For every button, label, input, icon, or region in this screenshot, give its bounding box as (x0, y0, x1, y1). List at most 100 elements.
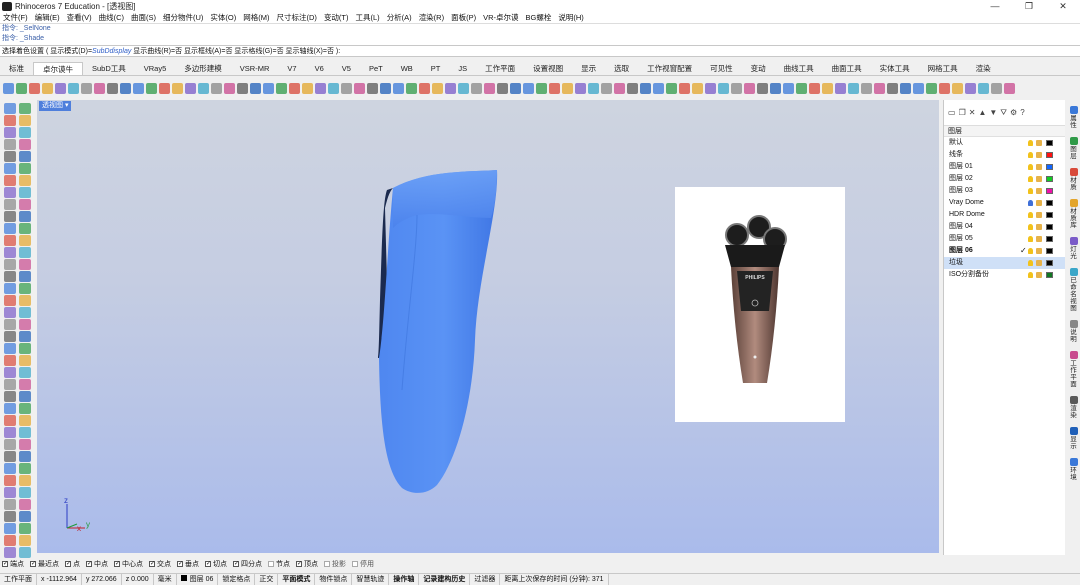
toolbar-icon[interactable] (575, 82, 586, 94)
tool-icon[interactable] (4, 163, 16, 174)
toolbar-icon[interactable] (900, 82, 911, 94)
layer-lock-icon[interactable] (1036, 176, 1042, 182)
osnap-checkbox[interactable]: ✓ (30, 561, 36, 567)
copy-icon[interactable]: ❐ (959, 108, 966, 117)
new-layer-icon[interactable]: ▭ (948, 108, 956, 117)
menu-item[interactable]: 网格(M) (243, 12, 269, 23)
tool-icon[interactable] (19, 103, 31, 114)
toolbar-icon[interactable] (588, 82, 599, 94)
osnap-checkbox[interactable]: ✓ (65, 561, 71, 567)
tool-icon[interactable] (4, 199, 16, 210)
toolbar-icon[interactable] (783, 82, 794, 94)
tool-icon[interactable] (19, 199, 31, 210)
toolbar-icon[interactable] (913, 82, 924, 94)
tool-icon[interactable] (4, 427, 16, 438)
tool-icon[interactable] (19, 175, 31, 186)
layer-visibility-bulb-icon[interactable] (1028, 140, 1033, 146)
layer-row[interactable]: 图层 04 (944, 221, 1065, 233)
toolbar-tab[interactable]: 设置视图 (524, 62, 572, 75)
toolbar-icon[interactable] (68, 82, 79, 94)
osnap-option[interactable]: ✓ 点 (65, 559, 80, 569)
layer-color-swatch[interactable] (1046, 272, 1053, 278)
osnap-option[interactable]: ✓ 切点 (205, 559, 227, 569)
layer-color-swatch[interactable] (1046, 200, 1053, 206)
toolbar-tab[interactable]: 选取 (605, 62, 638, 75)
tool-icon[interactable] (4, 139, 16, 150)
toolbar-icon[interactable] (289, 82, 300, 94)
up-icon[interactable]: ▲ (978, 108, 986, 117)
tool-icon[interactable] (4, 151, 16, 162)
tool-icon[interactable] (4, 343, 16, 354)
menu-item[interactable]: 渲染(R) (419, 12, 444, 23)
toolbar-tab[interactable]: 实体工具 (871, 62, 919, 75)
command-prompt[interactable]: 选择着色设置 ( 显示模式(D)=SubDdisplay 显示曲线(R)=否 显… (0, 45, 1080, 57)
toolbar-icon[interactable] (926, 82, 937, 94)
layer-row[interactable]: 垃圾 (944, 257, 1065, 269)
tool-icon[interactable] (19, 331, 31, 342)
layer-color-swatch[interactable] (1046, 188, 1053, 194)
toolbar-icon[interactable] (198, 82, 209, 94)
layer-color-swatch[interactable] (1046, 164, 1053, 170)
tool-icon[interactable] (4, 319, 16, 330)
tool-icon[interactable] (4, 307, 16, 318)
toolbar-icon[interactable] (887, 82, 898, 94)
toolbar-icon[interactable] (3, 82, 14, 94)
toolbar-icon[interactable] (731, 82, 742, 94)
tool-icon[interactable] (4, 187, 16, 198)
tool-icon[interactable] (19, 319, 31, 330)
toolbar-icon[interactable] (536, 82, 547, 94)
toolbar-icon[interactable] (627, 82, 638, 94)
side-tab[interactable]: 灯 光 (1068, 237, 1079, 260)
menu-item[interactable]: 工具(L) (356, 12, 380, 23)
toolbar-icon[interactable] (393, 82, 404, 94)
status-toggle[interactable]: 正交 (255, 574, 279, 585)
layer-color-swatch[interactable] (1046, 140, 1053, 146)
tool-icon[interactable] (19, 151, 31, 162)
toolbar-tab[interactable]: PT (422, 62, 450, 75)
toolbar-icon[interactable] (822, 82, 833, 94)
tool-icon[interactable] (19, 403, 31, 414)
toolbar-tab[interactable]: V6 (306, 62, 333, 75)
menu-item[interactable]: 说明(H) (558, 12, 583, 23)
tool-icon[interactable] (19, 487, 31, 498)
toolbar-icon[interactable] (835, 82, 846, 94)
toolbar-icon[interactable] (250, 82, 261, 94)
tool-icon[interactable] (19, 163, 31, 174)
layer-lock-icon[interactable] (1036, 248, 1042, 254)
menu-item[interactable]: 实体(O) (210, 12, 236, 23)
layer-row[interactable]: 图层 02 (944, 173, 1065, 185)
layer-lock-icon[interactable] (1036, 224, 1042, 230)
layer-color-swatch[interactable] (1046, 176, 1053, 182)
osnap-option[interactable]: ✓ 中点 (86, 559, 108, 569)
tool-icon[interactable] (4, 463, 16, 474)
side-tab[interactable]: 材 质 (1068, 168, 1079, 191)
osnap-option[interactable]: 投影 (324, 559, 346, 569)
toolbar-icon[interactable] (523, 82, 534, 94)
toolbar-icon[interactable] (302, 82, 313, 94)
menu-item[interactable]: 曲线(C) (99, 12, 124, 23)
layer-row[interactable]: ISO分割备份 (944, 269, 1065, 281)
toolbar-tab[interactable]: 渲染 (967, 62, 1000, 75)
osnap-checkbox[interactable] (352, 561, 358, 567)
tool-icon[interactable] (19, 343, 31, 354)
toolbar-icon[interactable] (510, 82, 521, 94)
osnap-option[interactable]: ✓ 端点 (2, 559, 24, 569)
toolbar-tab[interactable]: 工作视窗配置 (638, 62, 701, 75)
tool-icon[interactable] (19, 511, 31, 522)
toolbar-icon[interactable] (380, 82, 391, 94)
osnap-checkbox[interactable]: ✓ (233, 561, 239, 567)
menu-item[interactable]: 编辑(E) (35, 12, 60, 23)
reference-image[interactable]: PHILIPS (675, 187, 845, 422)
toolbar-icon[interactable] (991, 82, 1002, 94)
layer-color-swatch[interactable] (1046, 236, 1053, 242)
tool-icon[interactable] (4, 103, 16, 114)
tool-icon[interactable] (4, 535, 16, 546)
menu-item[interactable]: BG螺栓 (526, 12, 552, 23)
toolbar-icon[interactable] (133, 82, 144, 94)
status-plane[interactable]: 工作平面 (0, 574, 37, 585)
menu-item[interactable]: 查看(V) (67, 12, 92, 23)
tool-icon[interactable] (19, 499, 31, 510)
toolbar-icon[interactable] (237, 82, 248, 94)
toolbar-icon[interactable] (120, 82, 131, 94)
layer-visibility-bulb-icon[interactable] (1028, 236, 1033, 242)
